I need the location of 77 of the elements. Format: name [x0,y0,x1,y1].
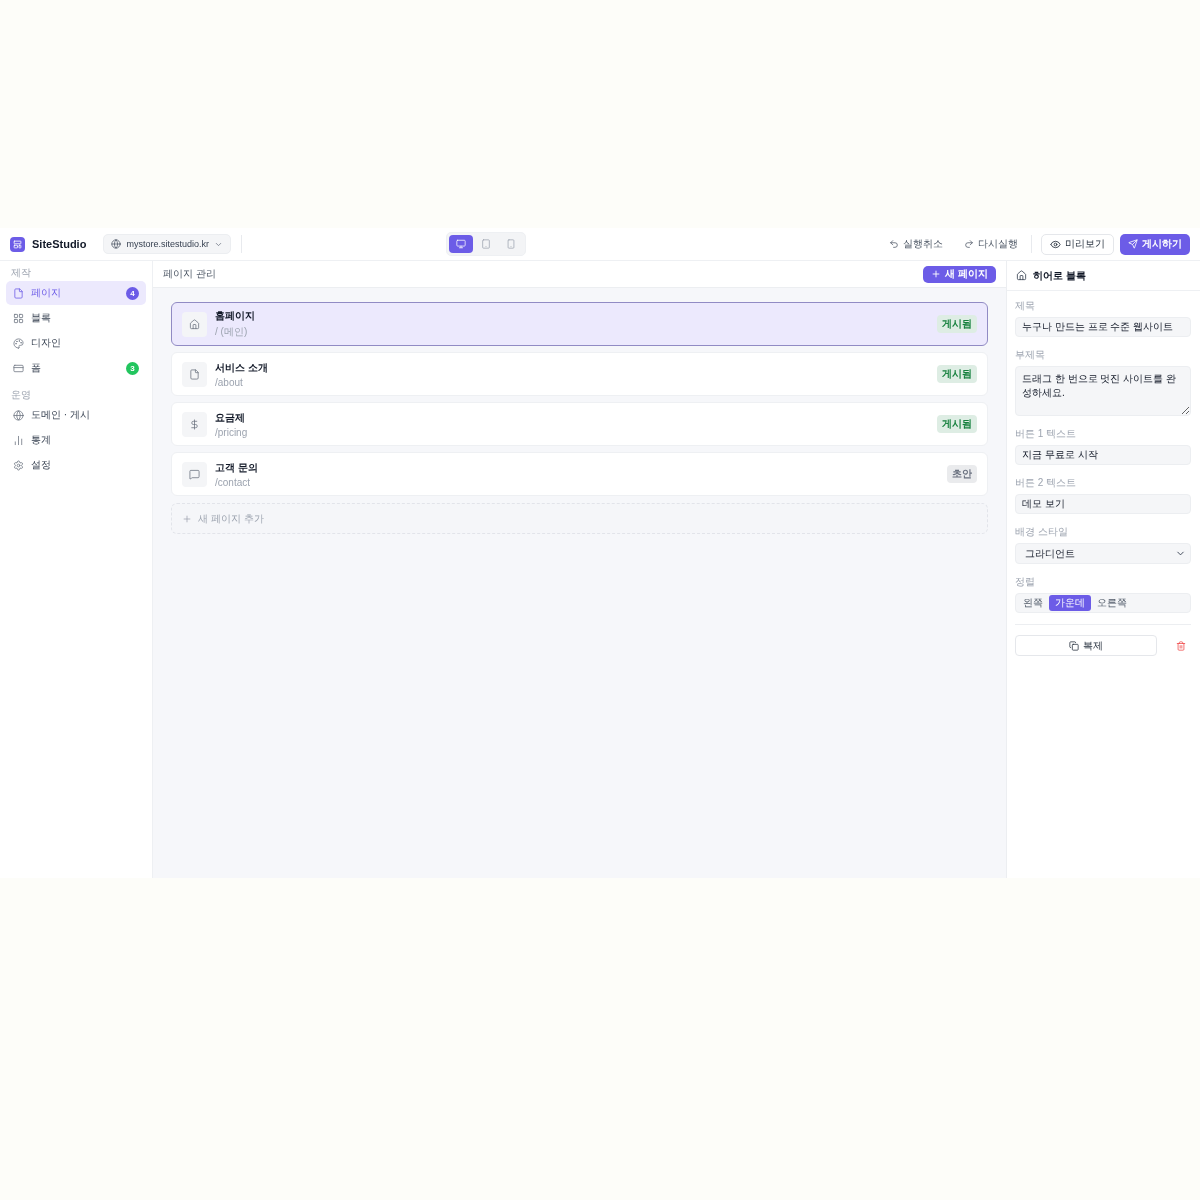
count-badge: 3 [126,361,139,375]
site-selector[interactable]: mystore.sitestudio.kr [103,234,231,254]
status-tag: 게시됨 [937,415,977,433]
page-title: 고객 문의 [215,460,258,475]
settings-icon [13,459,24,471]
globe-icon [13,409,24,421]
page-title: 홈페이지 [215,309,255,323]
bar-chart-icon [13,434,24,446]
tablet-icon [481,239,491,249]
page-path: /about [215,376,243,388]
page-path: /pricing [215,426,248,438]
status-tag: 게시됨 [937,365,977,383]
card-icon [13,362,24,374]
logo-icon [10,236,25,252]
plus-icon [931,269,942,279]
home-icon [182,311,207,337]
select-field[interactable]: 그라디언트 [1015,543,1191,564]
file-icon [13,287,24,299]
nav-item[interactable]: 블록 [6,306,146,330]
page-card[interactable]: 서비스 소개 /about 게시됨 [171,352,988,396]
preview-button[interactable]: 미리보기 [1041,233,1114,255]
segment-option[interactable]: 가운데 [1049,595,1091,611]
plus-icon [182,513,192,524]
dollar-icon [182,411,207,437]
nav-item[interactable]: 도메인 · 게시 [6,403,146,427]
page-title: 요금제 [215,410,245,425]
nav-item[interactable]: 설정 [6,453,146,477]
new-page-button[interactable]: 새 페이지 [923,265,996,283]
smartphone-icon [506,239,516,249]
duplicate-button[interactable]: 복제 [1015,635,1157,656]
textarea-field[interactable]: 드래그 한 번으로 멋진 사이트를 완성하세요. [1015,366,1191,416]
count-badge: 4 [126,286,139,300]
trash-icon [1176,640,1186,651]
palette-icon [13,337,24,349]
home-icon [1016,270,1027,281]
send-icon [1128,239,1138,249]
page-path: /contact [215,476,251,488]
field-label: 버튼 2 텍스트 [1015,477,1077,489]
redo-button[interactable]: 다시실행 [960,234,1022,254]
status-tag: 초안 [947,465,977,483]
inspector-title: 히어로 블록 [1033,268,1086,283]
brand-name: SiteStudio [32,238,87,250]
field-label: 정렬 [1015,576,1035,588]
panel-title: 페이지 관리 [163,267,216,281]
eye-icon [1050,238,1061,250]
nav-item[interactable]: 디자인 [6,331,146,355]
segment-option[interactable]: 왼쪽 [1017,595,1049,611]
undo-icon [889,239,899,249]
nav-item[interactable]: 통계 [6,428,146,452]
page-card[interactable]: 홈페이지 / (메인) 게시됨 [171,302,988,346]
nav-item[interactable]: 페이지 4 [6,281,146,305]
undo-button[interactable]: 실행취소 [885,234,947,254]
field-label: 버튼 1 텍스트 [1015,428,1077,440]
field-label: 제목 [1015,300,1035,312]
field-label: 배경 스타일 [1015,526,1068,538]
globe-icon [111,239,122,249]
segment-option[interactable]: 오른쪽 [1091,595,1133,611]
input-field[interactable]: 누구나 만드는 프로 수준 웹사이트 [1015,317,1191,337]
status-tag: 게시됨 [937,315,977,333]
device-button[interactable] [449,235,473,253]
copy-icon [1069,640,1079,651]
input-field[interactable]: 지금 무료로 시작 [1015,445,1191,465]
grid-icon [13,312,24,324]
publish-button[interactable]: 게시하기 [1120,233,1190,255]
monitor-icon [456,239,466,249]
page-title: 서비스 소개 [215,360,268,375]
message-icon [182,461,207,487]
field-label: 부제목 [1015,349,1045,361]
section-title: 제작 [10,267,32,279]
page-path: / (메인) [215,325,248,339]
nav-item[interactable]: 폼 3 [6,356,146,380]
input-field[interactable]: 데모 보기 [1015,494,1191,514]
section-title: 운영 [10,389,32,401]
page-card[interactable]: 고객 문의 /contact 초안 [171,452,988,496]
redo-icon [964,239,974,249]
page-card[interactable]: 요금제 /pricing 게시됨 [171,402,988,446]
file-icon [182,361,207,387]
